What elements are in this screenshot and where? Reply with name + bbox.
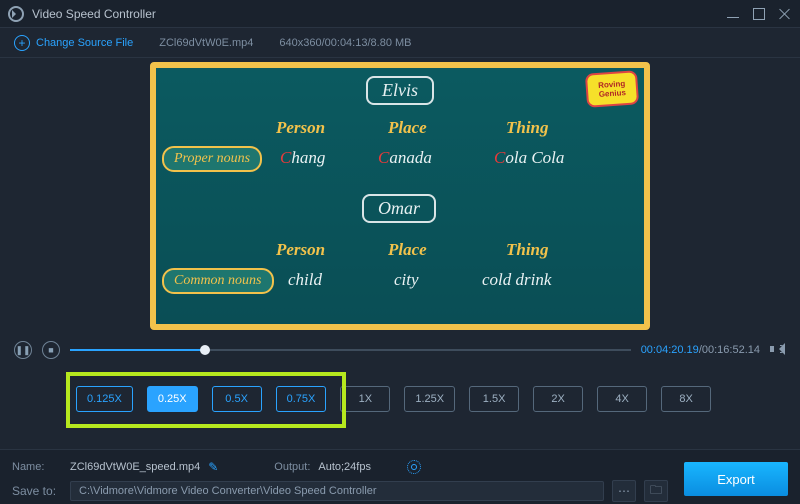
window-minimize-button[interactable] [726, 7, 740, 21]
open-folder-button[interactable]: 🗀 [644, 480, 668, 502]
video-tag-proper: Proper nouns [162, 146, 262, 172]
brand-badge: Roving Genius [585, 70, 639, 108]
video-text: city [394, 270, 419, 290]
app-title: Video Speed Controller [32, 7, 726, 21]
change-source-label: Change Source File [36, 37, 133, 49]
speed-button-8x[interactable]: 8X [661, 386, 711, 412]
speed-button-1x[interactable]: 1X [340, 386, 390, 412]
video-header-place: Place [388, 240, 427, 260]
saveto-more-button[interactable]: ⋯ [612, 480, 636, 502]
app-logo-icon [8, 6, 24, 22]
change-source-button[interactable]: + Change Source File [14, 35, 133, 51]
video-text: Cola Cola [494, 148, 564, 168]
video-header-person: Person [276, 240, 325, 260]
transport-bar: ❚❚ ■ 00:04:20.19/00:16:52.14 [0, 336, 800, 364]
video-text: cold drink [482, 270, 551, 290]
volume-icon[interactable] [770, 342, 786, 358]
output-settings-icon[interactable] [407, 460, 421, 474]
stop-button[interactable]: ■ [42, 341, 60, 359]
speed-button-1p25x[interactable]: 1.25X [404, 386, 455, 412]
speed-button-0p125x[interactable]: 0.125X [76, 386, 133, 412]
video-text: Elvis [366, 76, 434, 105]
titlebar: Video Speed Controller [0, 0, 800, 28]
toolbar: + Change Source File ZCl69dVtW0E.mp4 640… [0, 28, 800, 58]
video-header-place: Place [388, 118, 427, 138]
speed-button-4x[interactable]: 4X [597, 386, 647, 412]
source-metadata: 640x360/00:04:13/8.80 MB [279, 37, 411, 49]
saveto-path-input[interactable]: C:\Vidmore\Vidmore Video Converter\Video… [70, 481, 604, 501]
current-time: 00:04:20.19 [641, 344, 699, 356]
video-header-person: Person [276, 118, 325, 138]
speed-selector-area: 0.125X 0.25X 0.5X 0.75X 1X 1.25X 1.5X 2X 4X 8X [0, 364, 800, 430]
video-text: Canada [378, 148, 432, 168]
edit-name-icon[interactable]: ✎ [208, 460, 218, 474]
window-maximize-button[interactable] [752, 7, 766, 21]
total-time: 00:16:52.14 [702, 344, 760, 356]
speed-button-0p25x[interactable]: 0.25X [147, 386, 198, 412]
export-button[interactable]: Export [684, 462, 788, 496]
speed-button-0p5x[interactable]: 0.5X [212, 386, 262, 412]
progress-knob[interactable] [200, 345, 210, 355]
speed-button-1p5x[interactable]: 1.5X [469, 386, 519, 412]
video-text: Chang [280, 148, 325, 168]
saveto-label: Save to: [12, 484, 62, 498]
video-text: child [288, 270, 322, 290]
video-tag-common: Common nouns [162, 268, 274, 294]
video-header-thing: Thing [506, 240, 549, 260]
name-label: Name: [12, 461, 62, 473]
time-display: 00:04:20.19/00:16:52.14 [641, 344, 760, 356]
source-filename: ZCl69dVtW0E.mp4 [159, 37, 253, 49]
bottom-panel: Name: ZCl69dVtW0E_speed.mp4 ✎ Output: Au… [0, 449, 800, 504]
output-label: Output: [274, 461, 310, 473]
window-close-button[interactable] [778, 7, 792, 21]
output-format-value: Auto;24fps [318, 461, 371, 473]
speed-button-0p75x[interactable]: 0.75X [276, 386, 327, 412]
play-pause-button[interactable]: ❚❚ [14, 341, 32, 359]
video-header-thing: Thing [506, 118, 549, 138]
video-text: Omar [362, 194, 436, 223]
speed-button-2x[interactable]: 2X [533, 386, 583, 412]
plus-circle-icon: + [14, 35, 30, 51]
video-preview-stage: Roving Genius Elvis Person Place Thing P… [0, 58, 800, 336]
output-name-value: ZCl69dVtW0E_speed.mp4 [70, 461, 200, 473]
progress-fill [70, 349, 205, 351]
progress-slider[interactable] [70, 344, 631, 356]
video-preview[interactable]: Roving Genius Elvis Person Place Thing P… [150, 62, 650, 330]
speed-row: 0.125X 0.25X 0.5X 0.75X 1X 1.25X 1.5X 2X 4X 8X [70, 376, 730, 422]
